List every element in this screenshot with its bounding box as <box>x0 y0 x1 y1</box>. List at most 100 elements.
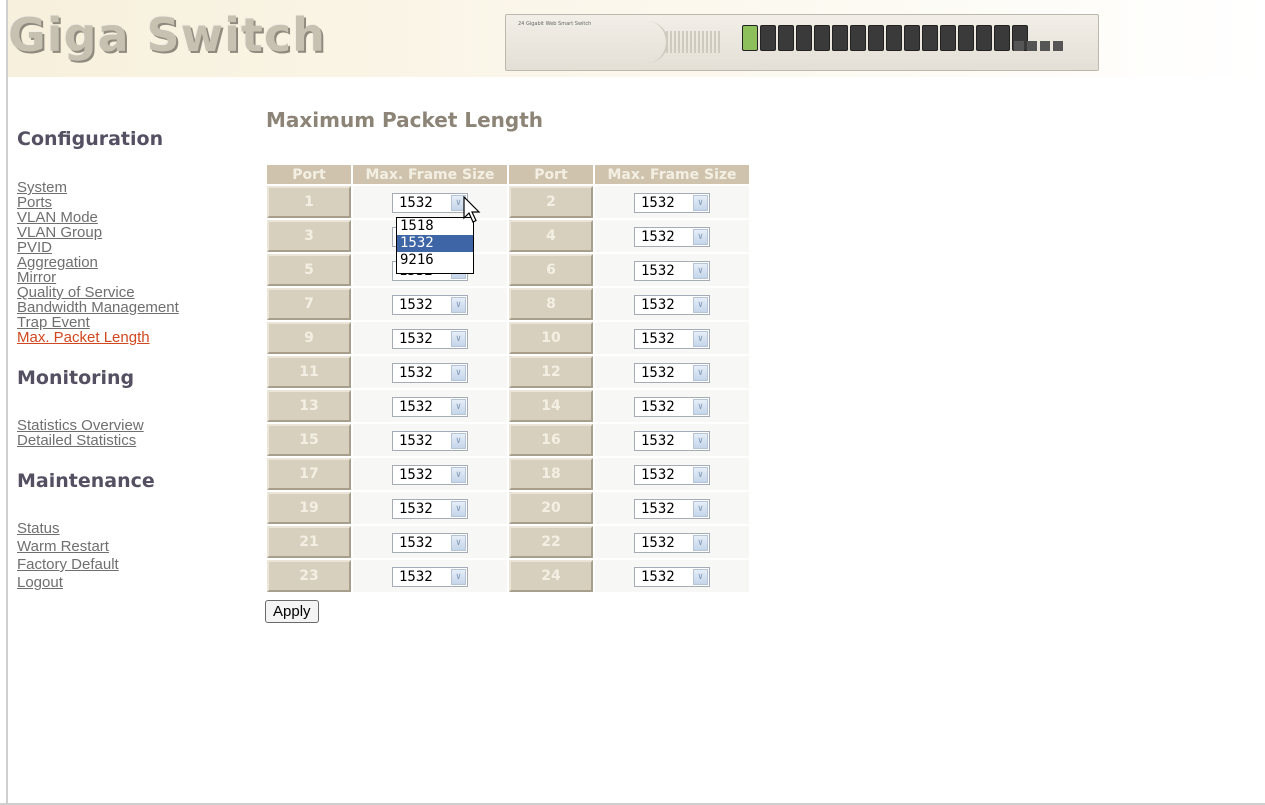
frame-size-select[interactable]: 1532∨ <box>392 294 468 315</box>
nav-link-logout[interactable]: Logout <box>17 575 237 590</box>
chevron-down-icon[interactable]: ∨ <box>693 432 708 449</box>
chevron-down-icon[interactable]: ∨ <box>693 296 708 313</box>
port-number: 1 <box>267 186 351 218</box>
panel-vent <box>666 31 722 53</box>
frame-size-select[interactable]: 1532 ∨ <box>392 464 468 485</box>
frame-size-value: 1532 <box>641 500 675 517</box>
col-header-frame-size: Max. Frame Size <box>595 165 749 184</box>
nav-link-factory-default[interactable]: Factory Default <box>17 557 237 572</box>
frame-size-value: 1532 <box>641 330 675 347</box>
monitoring-nav: Statistics Overview Detailed Statistics <box>17 418 237 448</box>
frame-size-select[interactable]: 1532∨ <box>634 430 710 451</box>
col-header-port: Port <box>509 165 593 184</box>
nav-link-mirror[interactable]: Mirror <box>17 270 237 285</box>
frame-size-cell: 1532 ∨ <box>353 560 507 592</box>
nav-link-ports[interactable]: Ports <box>17 195 237 210</box>
dropdown-option[interactable]: 1532 <box>397 235 473 252</box>
chevron-down-icon[interactable]: ∨ <box>451 568 466 585</box>
nav-link-system[interactable]: System <box>17 180 237 195</box>
chevron-down-icon[interactable]: ∨ <box>451 432 466 449</box>
frame-size-value: 1532 <box>399 398 433 415</box>
chevron-down-icon[interactable]: ∨ <box>693 262 708 279</box>
frame-size-value: 1532 <box>641 398 675 415</box>
chevron-down-icon[interactable]: ∨ <box>451 364 466 381</box>
frame-size-select[interactable]: 1532∨ <box>392 430 468 451</box>
window-border-left <box>6 0 8 805</box>
chevron-down-icon[interactable]: ∨ <box>693 398 708 415</box>
frame-size-cell: 1532 ∨ <box>595 458 749 490</box>
port-number: 19 <box>267 492 351 524</box>
frame-size-select[interactable]: 1532 ∨ <box>634 226 710 247</box>
frame-size-value: 1532 <box>641 228 675 245</box>
chevron-down-icon[interactable]: ∨ <box>693 534 708 551</box>
frame-size-cell: 1532 ∨ <box>595 186 749 218</box>
frame-size-select[interactable]: 1532∨ <box>634 294 710 315</box>
frame-size-select[interactable]: 1532 ∨ <box>634 532 710 553</box>
nav-link-bandwidth-management[interactable]: Bandwidth Management <box>17 300 237 315</box>
frame-size-value: 1532 <box>399 466 433 483</box>
table-row: 19 1532 ∨ 20 1532 ∨ <box>267 492 749 524</box>
frame-size-select[interactable]: 1532∨ <box>634 362 710 383</box>
nav-link-trap-event[interactable]: Trap Event <box>17 315 237 330</box>
port-number: 15 <box>267 424 351 456</box>
frame-size-select[interactable]: 1532 ∨ <box>392 532 468 553</box>
chevron-down-icon[interactable]: ∨ <box>451 500 466 517</box>
table-row: 1 1532 ∨ 2 1532 ∨ <box>267 186 749 218</box>
chevron-down-icon[interactable]: ∨ <box>693 364 708 381</box>
frame-size-value: 1532 <box>641 534 675 551</box>
table-row: 5 1532 ∨ 6 1532 ∨ <box>267 254 749 286</box>
frame-size-select[interactable]: 1532 ∨ <box>634 328 710 349</box>
frame-size-cell: 1532 ∨ <box>353 424 507 456</box>
nav-link-vlan-mode[interactable]: VLAN Mode <box>17 210 237 225</box>
nav-link-detailed-statistics[interactable]: Detailed Statistics <box>17 433 237 448</box>
frame-size-cell: 1532 ∨ <box>353 390 507 422</box>
chevron-down-icon[interactable]: ∨ <box>451 330 466 347</box>
chevron-down-icon[interactable]: ∨ <box>693 500 708 517</box>
nav-link-quality-of-service[interactable]: Quality of Service <box>17 285 237 300</box>
port-number: 23 <box>267 560 351 592</box>
frame-size-select[interactable]: 1532 ∨ <box>634 498 710 519</box>
frame-size-select[interactable]: 1532∨ <box>634 464 710 485</box>
table-header-row: Port Max. Frame Size Port Max. Frame Siz… <box>267 165 749 184</box>
frame-size-cell: 1532 ∨ <box>353 288 507 320</box>
chevron-down-icon[interactable]: ∨ <box>693 330 708 347</box>
port-number: 20 <box>509 492 593 524</box>
port-number: 18 <box>509 458 593 490</box>
chevron-down-icon[interactable]: ∨ <box>451 466 466 483</box>
chevron-down-icon[interactable]: ∨ <box>693 568 708 585</box>
chevron-down-icon[interactable]: ∨ <box>451 398 466 415</box>
table-row: 9 1532 ∨ 10 1532 ∨ <box>267 322 749 354</box>
table-row: 15 1532 ∨ 16 1532 ∨ <box>267 424 749 456</box>
nav-link-warm-restart[interactable]: Warm Restart <box>17 539 237 554</box>
frame-size-select[interactable]: 1532∨ <box>634 192 710 213</box>
nav-link-pvid[interactable]: PVID <box>17 240 237 255</box>
chevron-down-icon[interactable]: ∨ <box>693 228 708 245</box>
frame-size-cell: 1532 ∨ <box>595 220 749 252</box>
chevron-down-icon[interactable]: ∨ <box>693 194 708 211</box>
logo: Giga Switch <box>8 8 326 62</box>
apply-button[interactable]: Apply <box>265 600 319 623</box>
dropdown-option[interactable]: 9216 <box>397 252 473 269</box>
frame-size-cell: 1532 ∨ <box>595 560 749 592</box>
frame-size-value: 1532 <box>399 534 433 551</box>
frame-size-cell: 1532 ∨ <box>595 424 749 456</box>
port-number: 22 <box>509 526 593 558</box>
chevron-down-icon[interactable]: ∨ <box>451 296 466 313</box>
nav-link-aggregation[interactable]: Aggregation <box>17 255 237 270</box>
frame-size-select[interactable]: 1532∨ <box>392 498 468 519</box>
chevron-down-icon[interactable]: ∨ <box>693 466 708 483</box>
frame-size-select[interactable]: 1532∨ <box>392 362 468 383</box>
frame-size-select[interactable]: 1532 ∨ <box>634 396 710 417</box>
chevron-down-icon[interactable]: ∨ <box>451 534 466 551</box>
frame-size-select[interactable]: 1532 ∨ <box>392 396 468 417</box>
nav-link-vlan-group[interactable]: VLAN Group <box>17 225 237 240</box>
nav-link-statistics-overview[interactable]: Statistics Overview <box>17 418 237 433</box>
frame-size-select[interactable]: 1532∨ <box>634 260 710 281</box>
nav-link-status[interactable]: Status <box>17 521 237 536</box>
frame-size-select[interactable]: 1532∨ <box>392 328 468 349</box>
frame-size-select[interactable]: 1532∨ <box>392 192 468 213</box>
frame-size-select[interactable]: 1532∨ <box>392 566 468 587</box>
frame-size-select[interactable]: 1532∨ <box>634 566 710 587</box>
nav-link-max-packet-length[interactable]: Max. Packet Length <box>17 330 237 345</box>
port-number: 5 <box>267 254 351 286</box>
